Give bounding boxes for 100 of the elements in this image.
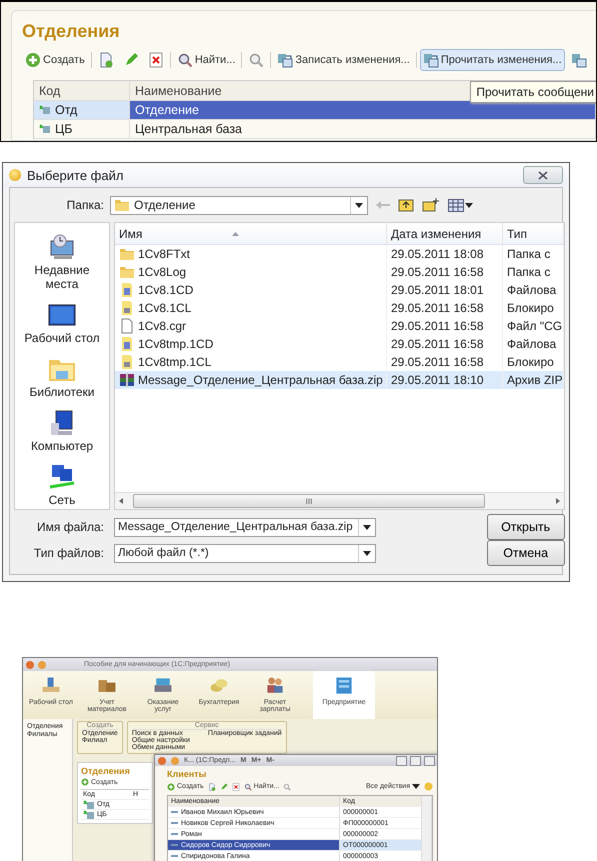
tooltip: Прочитать сообщени xyxy=(470,81,596,103)
folder-dropdown[interactable]: Отделение xyxy=(110,196,368,214)
menu-icon[interactable] xyxy=(38,660,46,668)
filename-field[interactable]: Message_Отделение_Центральная база.zip xyxy=(114,518,376,536)
column-header[interactable]: Код xyxy=(34,81,130,101)
table-cell[interactable]: Отд xyxy=(34,101,130,120)
help-icon[interactable] xyxy=(424,782,433,792)
app-logo-icon[interactable] xyxy=(26,660,34,668)
locked-file-icon xyxy=(119,354,135,370)
row-marker-icon xyxy=(171,833,178,835)
dialog-title: Выберите файл xyxy=(27,168,124,182)
minimize-button[interactable] xyxy=(396,756,407,766)
caret-icon xyxy=(363,524,371,530)
caret-icon xyxy=(355,202,363,208)
form-title: Отделения xyxy=(81,766,131,776)
read-button[interactable]: Прочитать изменения... xyxy=(420,49,565,71)
column-header[interactable]: Дата изменения xyxy=(387,223,503,245)
find-button[interactable]: Найти... xyxy=(174,49,238,71)
network-icon xyxy=(48,463,76,491)
dialog-icon xyxy=(9,169,21,181)
sort-icon xyxy=(232,232,240,236)
delete-icon xyxy=(232,782,240,791)
plus-icon xyxy=(81,778,89,786)
scrollbar-grip: III xyxy=(306,496,312,506)
file-name-cell[interactable]: 1Cv8tmp.1CD xyxy=(115,335,387,353)
item-icon xyxy=(39,105,51,115)
scroll-left-icon[interactable] xyxy=(119,498,123,504)
place-link[interactable]: Компьютер xyxy=(30,409,94,453)
plus-icon xyxy=(167,782,175,791)
table-cell: Файлова xyxy=(503,335,564,353)
table-cell: 29.05.2011 16:58 xyxy=(387,263,503,281)
open-button[interactable]: Открыть xyxy=(486,514,565,540)
file-name-cell[interactable]: Message_Отделение_Центральная база.zip xyxy=(115,371,387,389)
close-button[interactable] xyxy=(424,756,435,766)
menu-icon[interactable] xyxy=(171,756,179,765)
table-cell: 29.05.2011 18:01 xyxy=(387,281,503,299)
file-icon xyxy=(119,318,135,334)
table-cell[interactable]: ЦБ xyxy=(34,120,130,139)
folder-up-icon[interactable] xyxy=(398,198,414,212)
caret-icon xyxy=(363,550,371,556)
database-file-icon xyxy=(119,282,135,298)
place-link[interactable]: Рабочий стол xyxy=(24,301,100,345)
new-folder-icon[interactable] xyxy=(422,198,440,212)
filename-label: Имя файла: xyxy=(36,520,105,534)
document-plus-icon xyxy=(98,52,114,68)
row-marker-icon xyxy=(171,811,178,813)
form-title: Клиенты xyxy=(166,768,208,780)
table-cell: 29.05.2011 16:58 xyxy=(387,317,503,335)
caret-icon xyxy=(465,202,473,208)
item-icon xyxy=(83,800,95,810)
database-file-icon xyxy=(119,336,135,352)
file-name-cell[interactable]: 1Cv8Log xyxy=(115,263,387,281)
cancel-button[interactable]: Отмена xyxy=(486,540,565,566)
table-cell: Папка с xyxy=(503,263,564,281)
folder-icon xyxy=(119,264,135,280)
delete-icon xyxy=(148,52,164,68)
locked-file-icon xyxy=(119,300,135,316)
table-cell: Папка с xyxy=(503,245,564,263)
horizontal-scrollbar[interactable]: III xyxy=(115,492,564,509)
place-link[interactable]: Недавние места xyxy=(22,233,102,291)
app-logo-icon[interactable] xyxy=(158,756,166,765)
pencil-icon xyxy=(220,782,228,791)
vertical-scrollbar[interactable] xyxy=(422,796,432,861)
document-plus-icon xyxy=(208,782,216,791)
close-icon xyxy=(538,170,548,180)
plus-icon xyxy=(25,52,41,68)
column-header[interactable]: Тип xyxy=(503,223,564,245)
caret-icon xyxy=(412,784,420,790)
filetype-label: Тип файлов: xyxy=(32,546,105,560)
write-button[interactable]: Записать изменения... xyxy=(274,49,413,71)
place-link[interactable]: Сеть xyxy=(48,463,76,507)
search-icon xyxy=(176,52,193,68)
view-menu-button[interactable] xyxy=(448,198,473,212)
back-icon[interactable] xyxy=(376,200,390,210)
table-cell: 29.05.2011 16:58 xyxy=(387,299,503,317)
maximize-button[interactable] xyxy=(410,756,421,766)
place-link[interactable]: Библиотеки xyxy=(29,355,94,399)
table-cell: Файлова xyxy=(503,281,564,299)
form-title: Отделения xyxy=(22,21,121,42)
table-cell[interactable]: Отделение xyxy=(130,101,596,120)
search-icon xyxy=(244,782,252,791)
table-cell: 29.05.2011 16:58 xyxy=(387,335,503,353)
table-cell: Блокиро xyxy=(503,299,564,317)
file-name-cell[interactable]: 1Cv8.1CL xyxy=(115,299,387,317)
file-name-cell[interactable]: 1Cv8FTxt xyxy=(115,245,387,263)
column-header[interactable]: Имя xyxy=(115,223,387,245)
close-button[interactable] xyxy=(523,166,563,184)
scroll-right-icon[interactable] xyxy=(556,498,560,504)
folder-label: Папка: xyxy=(66,197,105,214)
file-name-cell[interactable]: 1Cv8.cgr xyxy=(115,317,387,335)
view-grid-icon xyxy=(448,198,464,212)
row-marker-icon xyxy=(171,855,178,857)
table-cell[interactable]: Центральная база xyxy=(130,120,596,139)
row-marker-icon xyxy=(171,844,178,846)
filetype-dropdown[interactable]: Любой файл (*.*) xyxy=(114,544,376,562)
file-name-cell[interactable]: 1Cv8.1CD xyxy=(115,281,387,299)
create-button[interactable]: Создать xyxy=(22,49,88,71)
item-icon xyxy=(39,124,51,134)
row-marker-icon xyxy=(171,822,178,824)
folder-icon xyxy=(119,246,135,262)
